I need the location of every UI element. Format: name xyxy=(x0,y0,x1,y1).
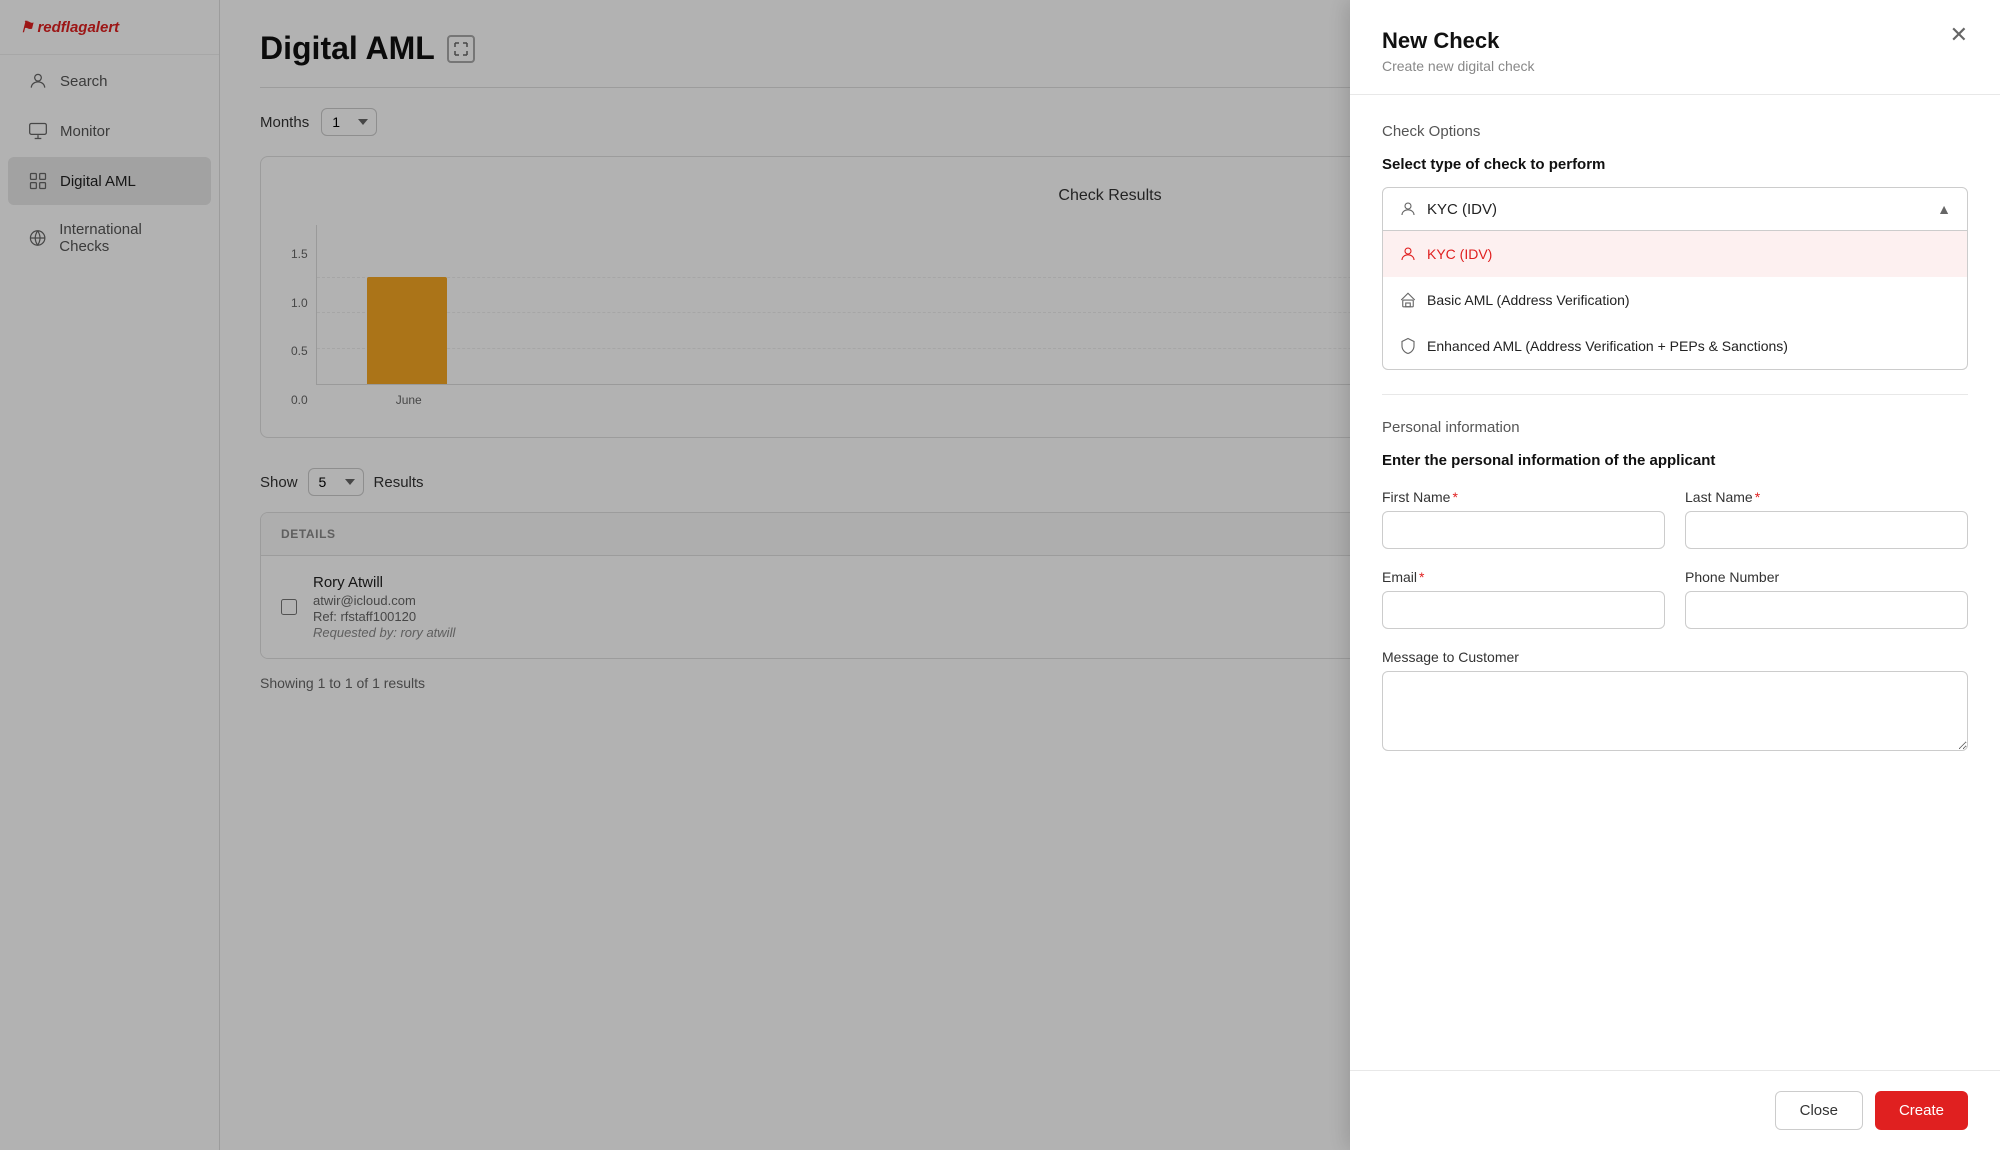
check-type-selected[interactable]: KYC (IDV) ▲ xyxy=(1382,187,1968,231)
message-label: Message to Customer xyxy=(1382,649,1968,665)
last-name-required: * xyxy=(1755,489,1760,505)
modal-overlay: ✕ New Check Create new digital check Che… xyxy=(0,0,2000,1150)
last-name-input[interactable] xyxy=(1685,511,1968,549)
personal-info-label: Personal information xyxy=(1382,419,1968,436)
dropdown-item-kyc[interactable]: KYC (IDV) xyxy=(1383,231,1967,277)
dropdown-menu: KYC (IDV) Basic AML (Address Verificatio… xyxy=(1382,231,1968,370)
check-options-label: Check Options xyxy=(1382,123,1968,140)
email-label: Email* xyxy=(1382,569,1665,585)
first-name-label: First Name* xyxy=(1382,489,1665,505)
modal-footer: Close Create xyxy=(1350,1070,2000,1150)
dropdown-basic-aml-label: Basic AML (Address Verification) xyxy=(1427,292,1630,308)
check-type-selected-inner: KYC (IDV) xyxy=(1399,200,1497,218)
dropdown-item-enhanced-aml[interactable]: Enhanced AML (Address Verification + PEP… xyxy=(1383,323,1967,369)
person-kyc-icon xyxy=(1399,245,1417,263)
select-type-label: Select type of check to perform xyxy=(1382,156,1968,173)
last-name-label: Last Name* xyxy=(1685,489,1968,505)
modal-body: Check Options Select type of check to pe… xyxy=(1350,95,2000,1070)
modal-panel: ✕ New Check Create new digital check Che… xyxy=(1350,0,2000,1150)
name-row: First Name* Last Name* xyxy=(1382,489,1968,549)
home-icon xyxy=(1399,291,1417,309)
dropdown-item-basic-aml[interactable]: Basic AML (Address Verification) xyxy=(1383,277,1967,323)
modal-subtitle: Create new digital check xyxy=(1382,58,1968,74)
first-name-required: * xyxy=(1452,489,1457,505)
modal-header: New Check Create new digital check xyxy=(1350,0,2000,95)
create-button[interactable]: Create xyxy=(1875,1091,1968,1130)
email-field: Email* xyxy=(1382,569,1665,629)
first-name-field: First Name* xyxy=(1382,489,1665,549)
message-field: Message to Customer xyxy=(1382,649,1968,756)
first-name-input[interactable] xyxy=(1382,511,1665,549)
divider xyxy=(1382,394,1968,395)
dropdown-kyc-label: KYC (IDV) xyxy=(1427,246,1492,262)
person-select-icon xyxy=(1399,200,1417,218)
close-button[interactable]: Close xyxy=(1775,1091,1863,1130)
email-input[interactable] xyxy=(1382,591,1665,629)
message-textarea[interactable] xyxy=(1382,671,1968,751)
selected-type-text: KYC (IDV) xyxy=(1427,201,1497,218)
phone-label: Phone Number xyxy=(1685,569,1968,585)
phone-field: Phone Number xyxy=(1685,569,1968,629)
email-required: * xyxy=(1419,569,1424,585)
phone-input[interactable] xyxy=(1685,591,1968,629)
dropdown-enhanced-aml-label: Enhanced AML (Address Verification + PEP… xyxy=(1427,338,1788,354)
email-phone-row: Email* Phone Number xyxy=(1382,569,1968,629)
personal-prompt: Enter the personal information of the ap… xyxy=(1382,452,1968,469)
modal-title: New Check xyxy=(1382,28,1968,54)
close-icon[interactable]: ✕ xyxy=(1950,24,1968,46)
last-name-field: Last Name* xyxy=(1685,489,1968,549)
shield-icon xyxy=(1399,337,1417,355)
chevron-up-icon: ▲ xyxy=(1937,201,1951,217)
check-type-dropdown: KYC (IDV) ▲ KYC (IDV) Basic AML (Address… xyxy=(1382,187,1968,370)
